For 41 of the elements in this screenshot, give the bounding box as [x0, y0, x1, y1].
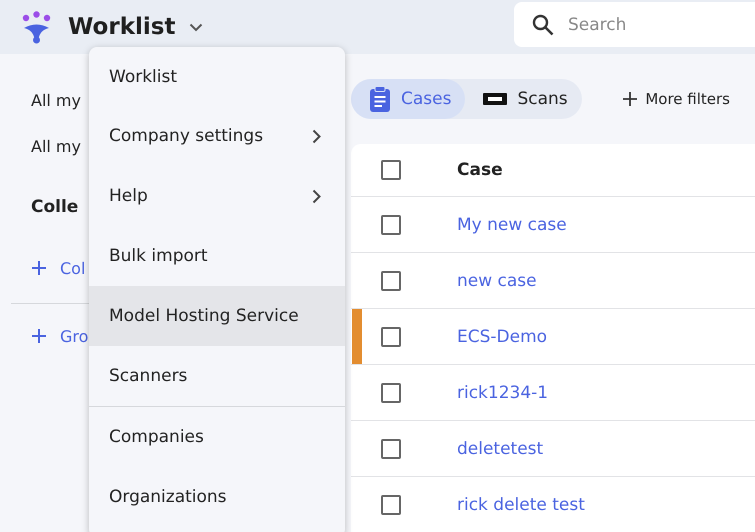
- checkbox[interactable]: [381, 160, 401, 180]
- menu-item[interactable]: Model Hosting Service: [89, 286, 345, 346]
- menu-item[interactable]: Help: [89, 166, 345, 226]
- sidebar-link[interactable]: All my: [31, 88, 81, 114]
- case-link[interactable]: My new case: [457, 214, 567, 234]
- plus-icon: [31, 328, 47, 344]
- menu-item[interactable]: Company settings: [89, 106, 345, 166]
- plus-icon: [623, 92, 638, 106]
- search-icon: [532, 14, 554, 36]
- more-filters-button[interactable]: More filters: [623, 90, 730, 108]
- checkbox[interactable]: [381, 382, 401, 402]
- case-link[interactable]: deletetest: [457, 438, 544, 458]
- sidebar-link[interactable]: Gro: [60, 326, 88, 346]
- scanner-icon: [483, 93, 508, 105]
- case-link[interactable]: ECS-Demo: [457, 326, 548, 346]
- checkbox[interactable]: [381, 494, 401, 514]
- case-link[interactable]: rick1234-1: [457, 382, 548, 402]
- sidebar-link[interactable]: Col: [60, 258, 86, 278]
- case-link[interactable]: rick delete test: [457, 494, 585, 514]
- menu-item[interactable]: Organizations: [89, 467, 345, 527]
- view-tab[interactable]: Cases: [351, 79, 466, 119]
- search-input[interactable]: Search: [566, 14, 740, 36]
- checkbox[interactable]: [381, 326, 401, 346]
- search-field[interactable]: Search: [514, 2, 755, 47]
- menu-item[interactable]: Scanners: [89, 346, 345, 406]
- clipboard-icon: [369, 86, 391, 112]
- checkbox[interactable]: [381, 214, 401, 234]
- page-title: Worklist: [68, 14, 176, 40]
- checkbox[interactable]: [381, 438, 401, 458]
- view-tab[interactable]: Scans: [465, 79, 582, 119]
- menu-item[interactable]: Companies: [89, 407, 345, 467]
- chevron-down-icon: [189, 22, 204, 32]
- plus-icon: [31, 260, 47, 276]
- menu-item[interactable]: Bulk import: [89, 226, 345, 286]
- column-header: Case: [457, 160, 503, 180]
- checkbox[interactable]: [381, 270, 401, 290]
- sidebar-heading: Colle: [31, 196, 78, 219]
- logo-icon: [20, 10, 53, 44]
- case-link[interactable]: new case: [457, 270, 537, 290]
- sidebar-link[interactable]: All my: [31, 134, 81, 160]
- menu-item[interactable]: Worklist: [89, 47, 345, 106]
